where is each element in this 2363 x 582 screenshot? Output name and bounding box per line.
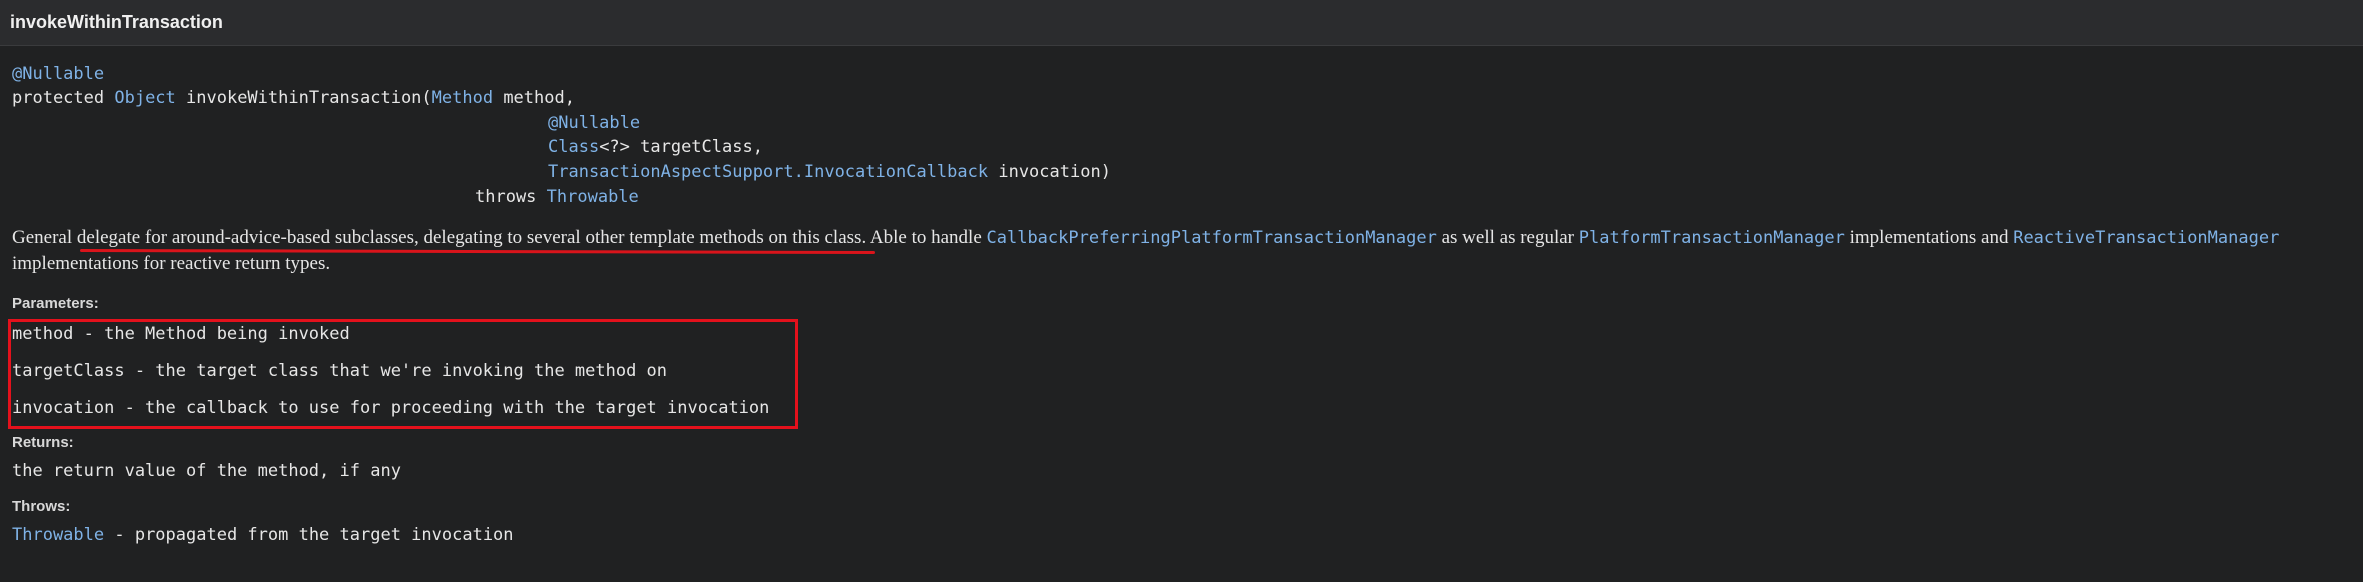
parameters-label: Parameters:: [12, 295, 99, 312]
desc-text-underlined: delegate for around-advice-based subclas…: [76, 227, 862, 248]
callback-preferring-manager-link[interactable]: CallbackPreferringPlatformTransactionMan…: [987, 228, 1437, 248]
throws-item: Throwable - propagated from the target i…: [12, 523, 514, 547]
doc-header: invokeWithinTransaction: [0, 0, 2363, 46]
throws-label: Throws:: [12, 498, 71, 515]
method-name: invokeWithinTransaction(: [175, 88, 432, 108]
desc-text-5: implementations for reactive return type…: [12, 253, 331, 274]
signature-line-4: TransactionAspectSupport.InvocationCallb…: [548, 160, 1111, 184]
param-type-callback-link[interactable]: TransactionAspectSupport.InvocationCallb…: [548, 162, 988, 182]
throws-keyword: throws: [475, 187, 547, 207]
modifier: protected: [12, 88, 115, 108]
throws-throwable-link[interactable]: Throwable: [12, 525, 104, 545]
param-name-method: method,: [493, 88, 575, 108]
param-type-method-link[interactable]: Method: [432, 88, 493, 108]
return-type-link[interactable]: Object: [114, 88, 175, 108]
annotation-nullable: @Nullable: [12, 64, 105, 84]
platform-transaction-manager-link[interactable]: PlatformTransactionManager: [1579, 228, 1845, 248]
signature-line-1: protected Object invokeWithinTransaction…: [12, 86, 575, 110]
param-invocation: invocation): [988, 162, 1111, 182]
desc-text-1: General: [12, 227, 77, 248]
red-box-annotation: [8, 319, 798, 429]
throwable-link[interactable]: Throwable: [547, 187, 639, 207]
param-annotation-nullable: @Nullable: [548, 113, 641, 133]
returns-label: Returns:: [12, 434, 74, 451]
signature-line-3: Class<?> targetClass,: [548, 135, 763, 159]
reactive-transaction-manager-link[interactable]: ReactiveTransactionManager: [2013, 228, 2279, 248]
param-target-class: <?> targetClass,: [599, 137, 763, 157]
desc-text-4: implementations and: [1844, 227, 2014, 248]
method-title: invokeWithinTransaction: [10, 12, 223, 32]
param-type-class-link[interactable]: Class: [548, 137, 599, 157]
returns-text: the return value of the method, if any: [12, 461, 401, 481]
signature-throws: throws Throwable: [475, 185, 639, 209]
throws-text: - propagated from the target invocation: [104, 525, 514, 545]
desc-text-2: . Able to handle: [861, 227, 987, 248]
desc-text-3: as well as regular: [1436, 227, 1579, 248]
